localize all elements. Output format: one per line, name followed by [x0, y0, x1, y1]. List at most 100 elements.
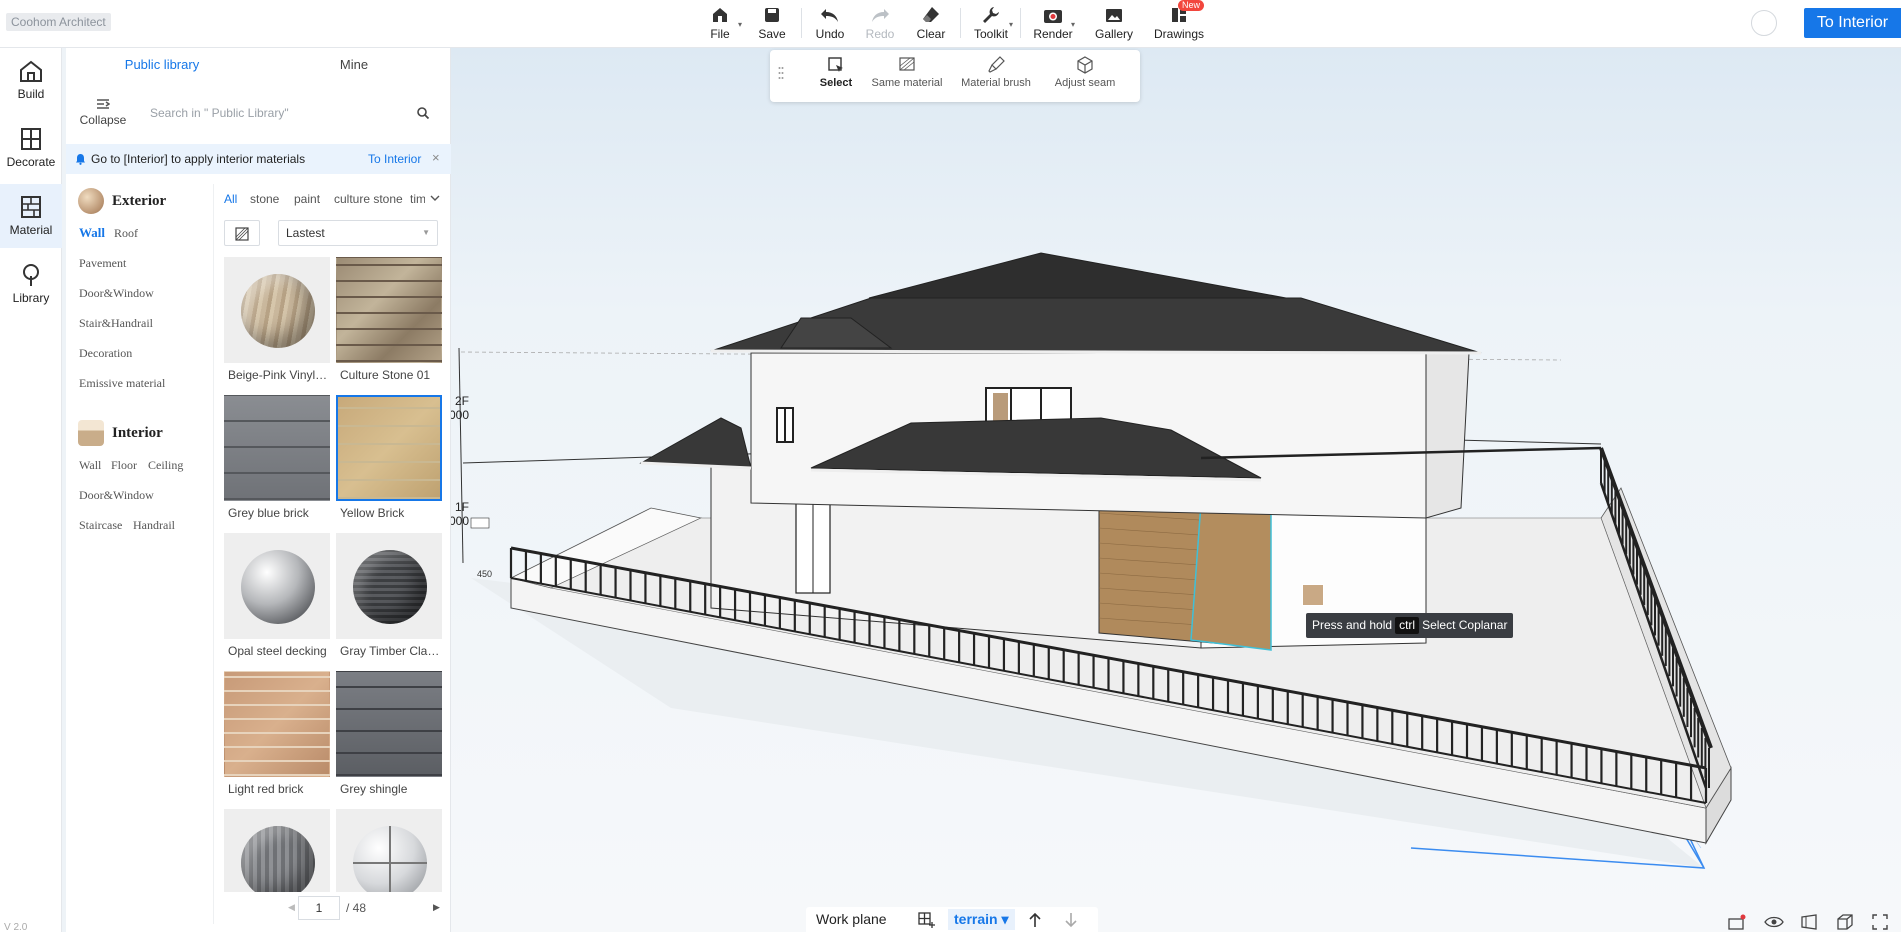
3d-view-icon[interactable] [1836, 914, 1854, 930]
category-interior-ceiling[interactable]: Ceiling [148, 458, 183, 473]
arrow-down-icon[interactable] [1064, 912, 1078, 928]
new-badge: New [1178, 0, 1205, 11]
save-label: Save [758, 27, 786, 41]
view-mode-toggle[interactable] [224, 220, 260, 246]
filter-culture-stone[interactable]: culture stone [334, 192, 403, 206]
material-thumbnail [336, 809, 442, 892]
exterior-heading[interactable]: Exterior [78, 188, 166, 214]
category-interior-door-window[interactable]: Door&Window [79, 488, 154, 503]
category-interior-floor[interactable]: Floor [111, 458, 137, 473]
arrow-up-icon[interactable] [1028, 912, 1042, 928]
material-thumbnail [224, 809, 330, 892]
material-card-selected[interactable]: Yellow Brick [336, 395, 442, 531]
page-total: / 48 [346, 901, 367, 915]
rail-item-library[interactable]: Library [0, 252, 62, 316]
redo-button[interactable]: Redo [852, 2, 908, 44]
category-decoration[interactable]: Decoration [79, 346, 132, 361]
camera-view-icon[interactable] [1728, 914, 1746, 930]
decorate-window-icon [21, 128, 41, 150]
adjust-seam-button[interactable]: Adjust seam [1048, 56, 1122, 89]
close-icon[interactable]: × [432, 150, 440, 165]
sort-select[interactable]: Lastest ▼ [278, 220, 438, 246]
tab-mine[interactable]: Mine [258, 48, 450, 84]
filter-all[interactable]: All [224, 192, 237, 206]
material-card[interactable]: Culture Stone 01 [336, 257, 442, 393]
category-exterior-roof[interactable]: Roof [114, 226, 138, 241]
tooltip-text-post: Select Coplanar [1422, 618, 1508, 632]
chevron-down-icon[interactable] [429, 192, 441, 204]
floor-height: 3000 [451, 408, 469, 422]
rail-item-build[interactable]: Build [0, 48, 62, 112]
material-name: Opal steel decking [228, 644, 327, 658]
material-card[interactable]: Grey shingle [336, 671, 442, 807]
material-card[interactable]: Opal steel decking [224, 533, 330, 669]
material-brush-label: Material brush [961, 77, 1031, 89]
category-stair-handrail[interactable]: Stair&Handrail [79, 316, 153, 331]
tab-public-library[interactable]: Public library [66, 48, 258, 84]
clear-button[interactable]: Clear [903, 2, 959, 44]
rail-label-material: Material [9, 223, 53, 237]
page-input[interactable]: 1 [298, 896, 340, 920]
drag-handle-icon[interactable] [778, 66, 784, 80]
undo-button[interactable]: Undo [802, 2, 858, 44]
work-plane-label: Work plane [816, 911, 887, 927]
2d-view-icon[interactable] [1800, 914, 1818, 930]
eraser-icon [923, 7, 939, 22]
tree-icon [23, 264, 39, 286]
fullscreen-icon[interactable] [1872, 914, 1888, 930]
3d-viewport[interactable]: N 2F 3000 1F 3000 450 [451, 48, 1901, 932]
toolkit-menu-button[interactable]: Toolkit ▾ [963, 2, 1019, 44]
material-card[interactable]: Light red brick [224, 671, 330, 807]
next-page-arrow[interactable]: ▶ [433, 902, 440, 913]
floor-name: 1F [454, 500, 469, 514]
prev-page-button[interactable]: ◀ [288, 902, 295, 913]
floor-1f-label: 1F 3000 [451, 500, 469, 528]
material-card[interactable]: Beige-Pink Vinyl Wood [224, 257, 330, 393]
filter-stone[interactable]: stone [250, 192, 279, 206]
category-exterior-door-window[interactable]: Door&Window [79, 286, 154, 301]
notice-bar: Go to [Interior] to apply interior mater… [66, 144, 451, 174]
material-card[interactable]: Gray Timber Cladding [336, 533, 442, 669]
material-icon [21, 196, 41, 218]
category-exterior-wall[interactable]: Wall [79, 225, 105, 241]
category-emissive-material[interactable]: Emissive material [79, 376, 165, 391]
category-list: Exterior Wall Roof Pavement Door&Window … [66, 184, 214, 924]
top-toolbar: Coohom Architect File ▾ Save Undo Redo Cl… [0, 0, 1901, 48]
collapse-button[interactable]: Collapse [78, 98, 128, 127]
material-brush-button[interactable]: Material brush [958, 56, 1034, 89]
filter-timber[interactable]: tim [410, 192, 425, 206]
search-icon[interactable] [416, 106, 430, 120]
save-button[interactable]: Save [744, 2, 800, 44]
category-handrail[interactable]: Handrail [133, 518, 175, 533]
material-thumbnail [336, 257, 442, 363]
material-card[interactable]: Grey blue brick [224, 395, 330, 531]
user-avatar[interactable] [1751, 10, 1777, 36]
search-box [144, 98, 444, 128]
add-plane-icon[interactable] [918, 912, 936, 928]
filter-paint[interactable]: paint [294, 192, 320, 206]
category-interior-wall[interactable]: Wall [79, 458, 101, 473]
material-thumbnail [336, 671, 442, 777]
interior-sofa-icon [78, 420, 104, 446]
search-input[interactable] [144, 98, 414, 128]
rail-item-decorate[interactable]: Decorate [0, 116, 62, 180]
gallery-icon [1106, 9, 1122, 22]
select-tool-button[interactable]: Select [816, 56, 856, 89]
category-pavement[interactable]: Pavement [79, 256, 126, 271]
file-menu-button[interactable]: File ▾ [692, 2, 748, 44]
render-menu-button[interactable]: Render ▾ [1025, 2, 1081, 44]
same-material-button[interactable]: Same material [868, 56, 946, 89]
terrain-dropdown[interactable]: terrain ▾ [948, 909, 1015, 930]
notice-to-interior-link[interactable]: To Interior [368, 152, 421, 166]
material-card[interactable] [336, 809, 442, 892]
render-label: Render [1033, 27, 1073, 41]
file-label: File [710, 27, 730, 41]
material-card[interactable] [224, 809, 330, 892]
interior-heading[interactable]: Interior [78, 420, 163, 446]
gallery-button[interactable]: Gallery [1086, 2, 1142, 44]
same-material-icon [899, 57, 915, 71]
to-interior-button[interactable]: To Interior [1804, 8, 1901, 38]
eye-icon[interactable] [1764, 914, 1784, 930]
category-staircase[interactable]: Staircase [79, 518, 122, 533]
rail-item-material[interactable]: Material [0, 184, 62, 248]
